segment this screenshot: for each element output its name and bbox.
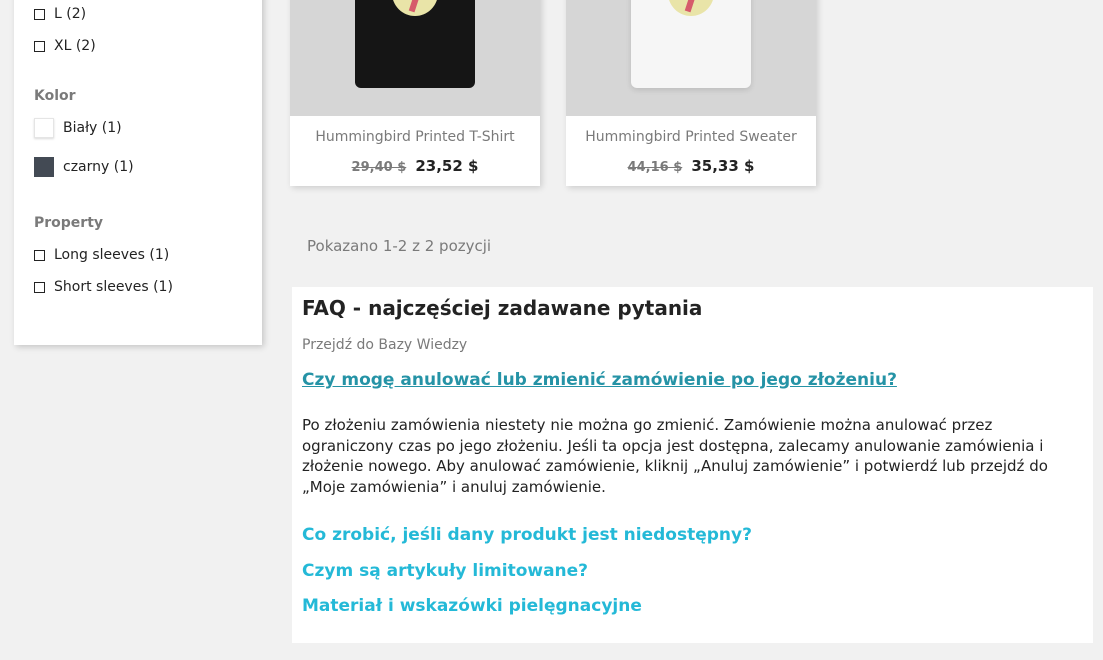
regular-price: 29,40 $ [351,160,407,175]
product-card[interactable]: Hummingbird Printed T-Shirt 29,40 $ 23,5… [290,0,540,186]
color-swatch-black[interactable] [34,157,54,177]
product-name[interactable]: Hummingbird Printed T-Shirt [290,129,540,145]
filter-color-black[interactable]: czarny (1) [34,157,134,177]
color-swatch-white[interactable] [34,118,54,138]
product-price: 29,40 $ 23,52 $ [290,156,540,175]
knowledge-base-link[interactable]: Przejdź do Bazy Wiedzy [302,337,467,353]
sale-price: 23,52 $ [415,157,479,175]
filter-label: Long sleeves (1) [54,247,170,263]
filter-size-l[interactable]: L (2) [34,6,86,22]
sale-price: 35,33 $ [691,157,755,175]
sweater-image [631,0,751,88]
faq-answer: Po złożeniu zamówienia niestety nie możn… [302,416,1048,496]
tshirt-image [355,0,475,88]
filter-size-xl[interactable]: XL (2) [34,38,96,54]
filter-label: Biały (1) [63,120,122,136]
checkbox[interactable] [34,249,45,261]
faq-question-active[interactable]: Czy mogę anulować lub zmienić zamówienie… [302,370,897,390]
regular-price: 44,16 $ [627,160,683,175]
product-image[interactable] [566,0,816,116]
filter-label: Short sleeves (1) [54,279,173,295]
filter-label: XL (2) [54,38,96,54]
filter-label: L (2) [54,6,87,22]
filter-label: czarny (1) [63,159,134,175]
checkbox[interactable] [34,281,45,293]
facet-title-property: Property [34,215,104,231]
hummingbird-print [668,0,714,16]
filter-color-white[interactable]: Biały (1) [34,118,122,138]
pagination-summary: Pokazano 1-2 z 2 pozycji [307,237,492,255]
filters-sidebar: L (2) XL (2) Kolor Biały (1) czarny (1) … [14,0,262,345]
hummingbird-print [392,0,438,16]
product-name[interactable]: Hummingbird Printed Sweater [566,129,816,145]
product-card[interactable]: Hummingbird Printed Sweater 44,16 $ 35,3… [566,0,816,186]
faq-question[interactable]: Co zrobić, jeśli dany produkt jest niedo… [302,525,752,545]
faq-question[interactable]: Czym są artykuły limitowane? [302,561,588,581]
filter-property-long-sleeves[interactable]: Long sleeves (1) [34,247,169,263]
checkbox[interactable] [34,40,45,52]
facet-title-color: Kolor [34,88,76,104]
filter-property-short-sleeves[interactable]: Short sleeves (1) [34,279,173,295]
faq-section: FAQ - najczęściej zadawane pytania Przej… [292,287,1093,643]
faq-title: FAQ - najczęściej zadawane pytania [302,296,703,320]
product-price: 44,16 $ 35,33 $ [566,156,816,175]
product-image[interactable] [290,0,540,116]
checkbox[interactable] [34,8,45,20]
faq-question[interactable]: Materiał i wskazówki pielęgnacyjne [302,596,642,616]
